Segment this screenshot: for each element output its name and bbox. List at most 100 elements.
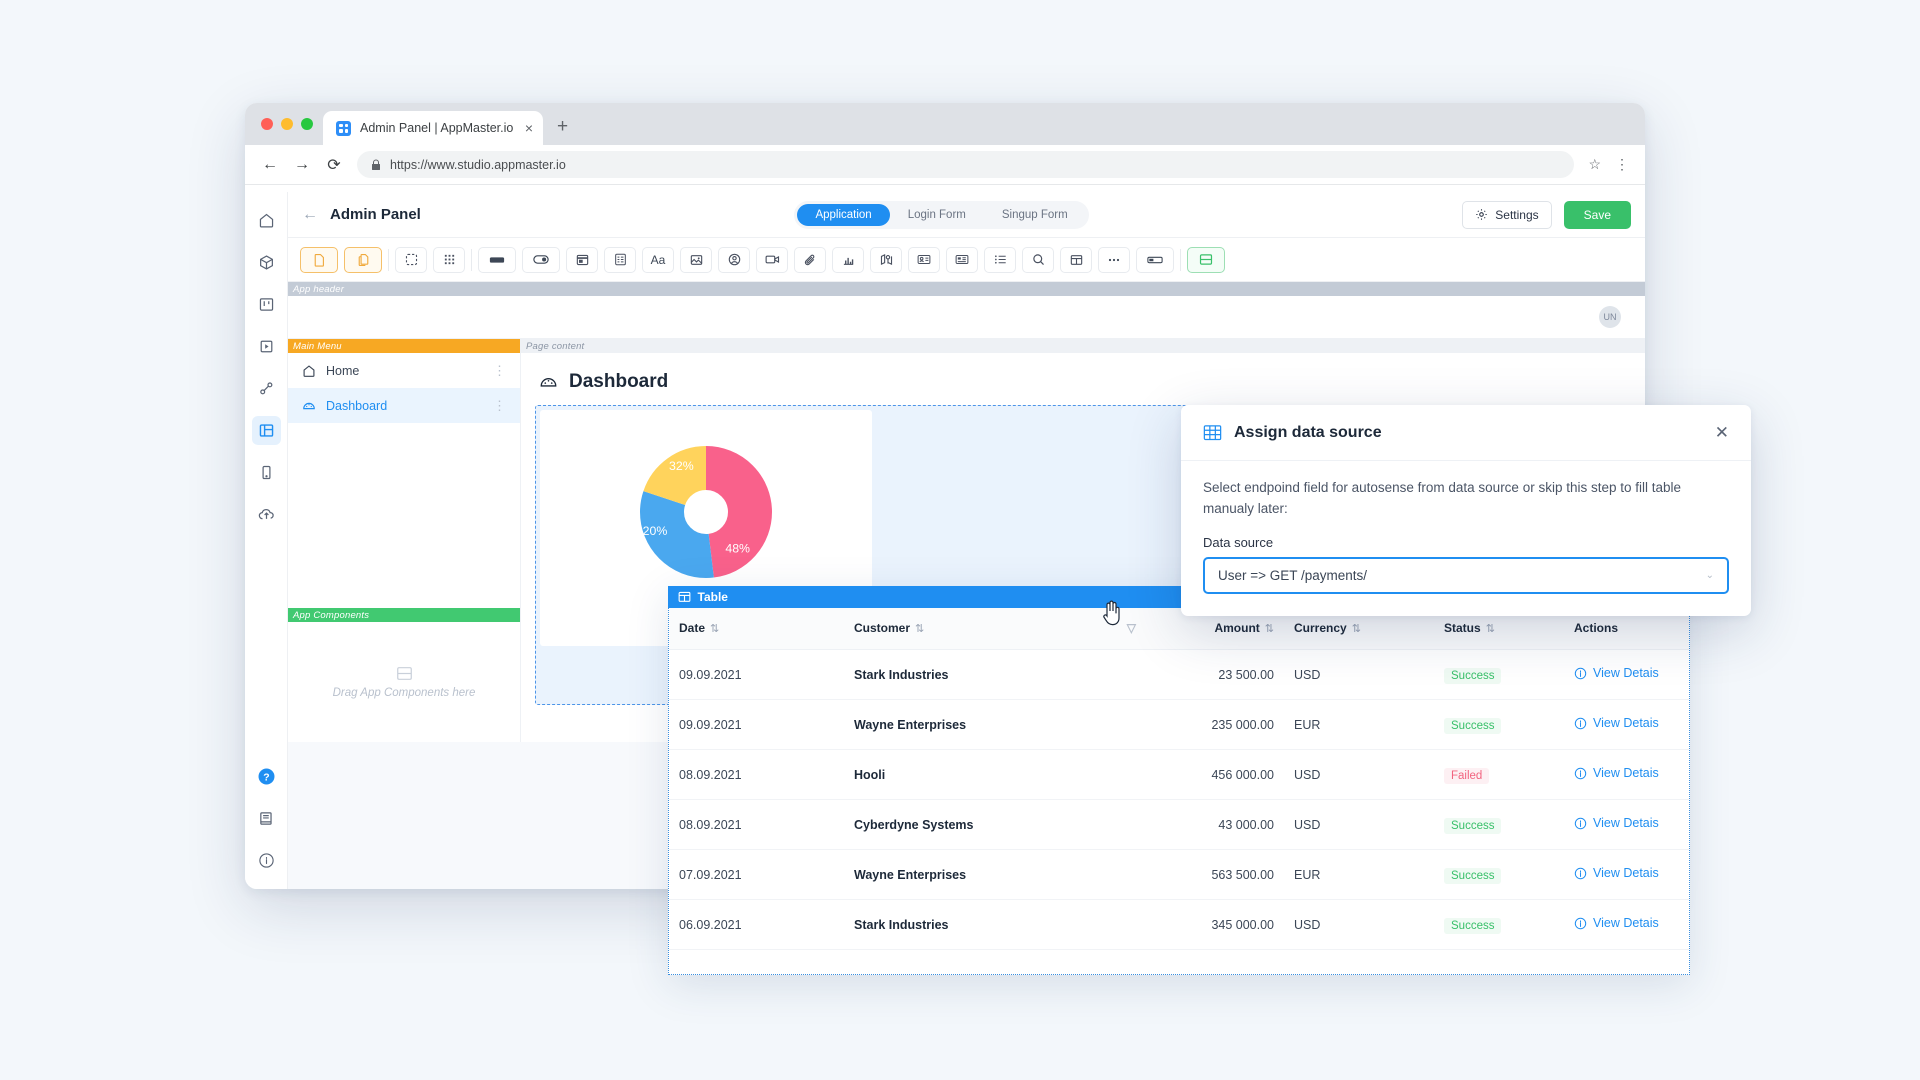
table-row[interactable]: 08.09.2021 Hooli 456 000.00 USD Failed View D… — [669, 749, 1689, 800]
close-tab-icon[interactable]: × — [525, 121, 533, 135]
assign-data-source-dialog[interactable]: Assign data source ✕ Select endpoind fie… — [1181, 405, 1751, 616]
chevron-down-icon: ⌄ — [1705, 569, 1714, 581]
main-menu-column: Main Menu Home ⋮ Dashboard ⋮ App Compone… — [288, 339, 521, 742]
th-date[interactable]: Date ⇅ — [669, 607, 844, 650]
view-details-link[interactable]: View Detais — [1574, 766, 1659, 780]
sort-icon[interactable]: ⇅ — [1352, 623, 1361, 635]
browser-menu-icon[interactable]: ⋮ — [1615, 156, 1629, 173]
info-icon[interactable] — [252, 846, 281, 875]
image-icon[interactable] — [680, 246, 712, 273]
cell-status: Success — [1434, 699, 1564, 750]
save-button[interactable]: Save — [1563, 200, 1632, 229]
progress-icon[interactable] — [1136, 246, 1174, 273]
toggle-icon[interactable] — [522, 246, 560, 273]
app-components-dropzone[interactable]: Drag App Components here — [288, 622, 520, 742]
tab-login-form[interactable]: Login Form — [890, 204, 984, 226]
lock-icon — [371, 159, 381, 171]
table-row[interactable]: 09.09.2021 Stark Industries 23 500.00 USD Su… — [669, 649, 1689, 700]
view-details-link[interactable]: View Detais — [1574, 716, 1659, 730]
table-row[interactable]: 06.09.2021 Stark Industries 345 000.00 USD S… — [669, 899, 1689, 950]
address-bar[interactable]: https://www.studio.appmaster.io — [357, 151, 1575, 178]
minimize-window-dot[interactable] — [281, 118, 293, 130]
form-icon[interactable] — [604, 246, 636, 273]
table-icon[interactable] — [1060, 246, 1092, 273]
button-icon[interactable] — [478, 246, 516, 273]
kanban-icon[interactable] — [252, 290, 281, 319]
status-badge: Success — [1444, 817, 1502, 834]
view-details-link[interactable]: View Detais — [1574, 866, 1659, 880]
payments-table: Date ⇅ Customer ⇅ ▽ Amount ⇅ Currency ⇅ Stat… — [669, 607, 1689, 950]
table-row[interactable]: 08.09.2021 Cyberdyne Systems 43 000.00 USD S… — [669, 799, 1689, 850]
new-tab-icon[interactable]: + — [543, 111, 582, 145]
close-icon[interactable]: ✕ — [1715, 423, 1729, 443]
menu-item-options-icon[interactable]: ⋮ — [493, 399, 506, 412]
split-layout-icon[interactable] — [1187, 246, 1225, 273]
app-header-zone[interactable]: UN — [288, 296, 1645, 339]
data-source-select[interactable]: User => GET /payments/ ⌄ — [1203, 556, 1729, 594]
back-icon[interactable]: ← — [261, 156, 279, 174]
more-icon[interactable] — [1098, 246, 1130, 273]
menu-item-options-icon[interactable]: ⋮ — [493, 364, 506, 377]
view-details-link[interactable]: View Detais — [1574, 916, 1659, 930]
dialog-body: Select endpoind field for autosense from… — [1181, 461, 1751, 594]
connections-icon[interactable] — [252, 374, 281, 403]
text-icon[interactable]: Aa — [642, 246, 674, 273]
menu-item-dashboard[interactable]: Dashboard ⋮ — [288, 388, 520, 423]
badge-icon[interactable] — [908, 246, 940, 273]
view-details-link[interactable]: View Detais — [1574, 666, 1659, 680]
back-arrow-icon[interactable]: ← — [302, 206, 318, 224]
bookmark-star-icon[interactable]: ☆ — [1588, 156, 1601, 173]
screen: Admin Panel | AppMaster.io × + ← → ⟳ htt… — [0, 0, 1920, 1080]
map-icon[interactable] — [870, 246, 902, 273]
filter-icon[interactable]: ▽ — [1127, 621, 1136, 635]
cell-status: Success — [1434, 899, 1564, 950]
menu-empty-space — [288, 423, 520, 608]
forward-icon[interactable]: → — [293, 156, 311, 174]
cell-amount: 235 000.00 — [1164, 699, 1284, 750]
dashboard-title-row: Dashboard — [521, 353, 1645, 393]
play-icon[interactable] — [252, 332, 281, 361]
settings-button[interactable]: Settings — [1462, 200, 1552, 229]
table-row[interactable]: 07.09.2021 Wayne Enterprises 563 500.00 EUR… — [669, 849, 1689, 900]
cube-icon[interactable] — [252, 248, 281, 277]
view-details-link[interactable]: View Detais — [1574, 816, 1659, 830]
home-icon[interactable] — [252, 206, 281, 235]
cell-customer: Wayne Enterprises — [844, 699, 1164, 750]
window-controls[interactable] — [257, 103, 323, 145]
menu-item-home[interactable]: Home ⋮ — [288, 353, 520, 388]
help-icon[interactable]: ? — [252, 762, 281, 791]
placeholder-icon[interactable] — [395, 246, 427, 273]
reload-icon[interactable]: ⟳ — [325, 155, 343, 175]
grid-icon[interactable] — [433, 246, 465, 273]
page-icon[interactable] — [300, 246, 338, 273]
view-details-label: View Detais — [1593, 866, 1659, 881]
sort-icon[interactable]: ⇅ — [710, 623, 719, 635]
browser-tabstrip: Admin Panel | AppMaster.io × + — [245, 103, 1645, 145]
svg-text:?: ? — [263, 772, 269, 783]
table-widget[interactable]: Table Date⇅ Customer⇅ ▽ Amount⇅ Curre — [667, 585, 1691, 975]
video-icon[interactable] — [756, 246, 788, 273]
mobile-icon[interactable] — [252, 458, 281, 487]
chart-icon[interactable] — [832, 246, 864, 273]
list-detail-icon[interactable] — [946, 246, 978, 273]
cloud-upload-icon[interactable] — [252, 500, 281, 529]
sort-icon[interactable]: ⇅ — [1486, 623, 1495, 635]
pages-icon[interactable] — [344, 246, 382, 273]
docs-icon[interactable] — [252, 804, 281, 833]
tab-application[interactable]: Application — [797, 203, 890, 226]
sort-icon[interactable]: ⇅ — [915, 623, 924, 635]
card-icon[interactable] — [566, 246, 598, 273]
sort-icon[interactable]: ⇅ — [1265, 623, 1274, 635]
table-row[interactable]: 09.09.2021 Wayne Enterprises 235 000.00 EUR… — [669, 699, 1689, 750]
maximize-window-dot[interactable] — [301, 118, 313, 130]
avatar-icon[interactable] — [718, 246, 750, 273]
browser-tab[interactable]: Admin Panel | AppMaster.io × — [323, 111, 543, 145]
attachment-icon[interactable] — [794, 246, 826, 273]
th-amount-label: Amount — [1214, 621, 1260, 636]
close-window-dot[interactable] — [261, 118, 273, 130]
list-icon[interactable] — [984, 246, 1016, 273]
status-badge: Failed — [1444, 767, 1490, 784]
tab-singup-form[interactable]: Singup Form — [984, 204, 1086, 226]
layout-icon[interactable] — [251, 416, 281, 445]
search-icon[interactable] — [1022, 246, 1054, 273]
